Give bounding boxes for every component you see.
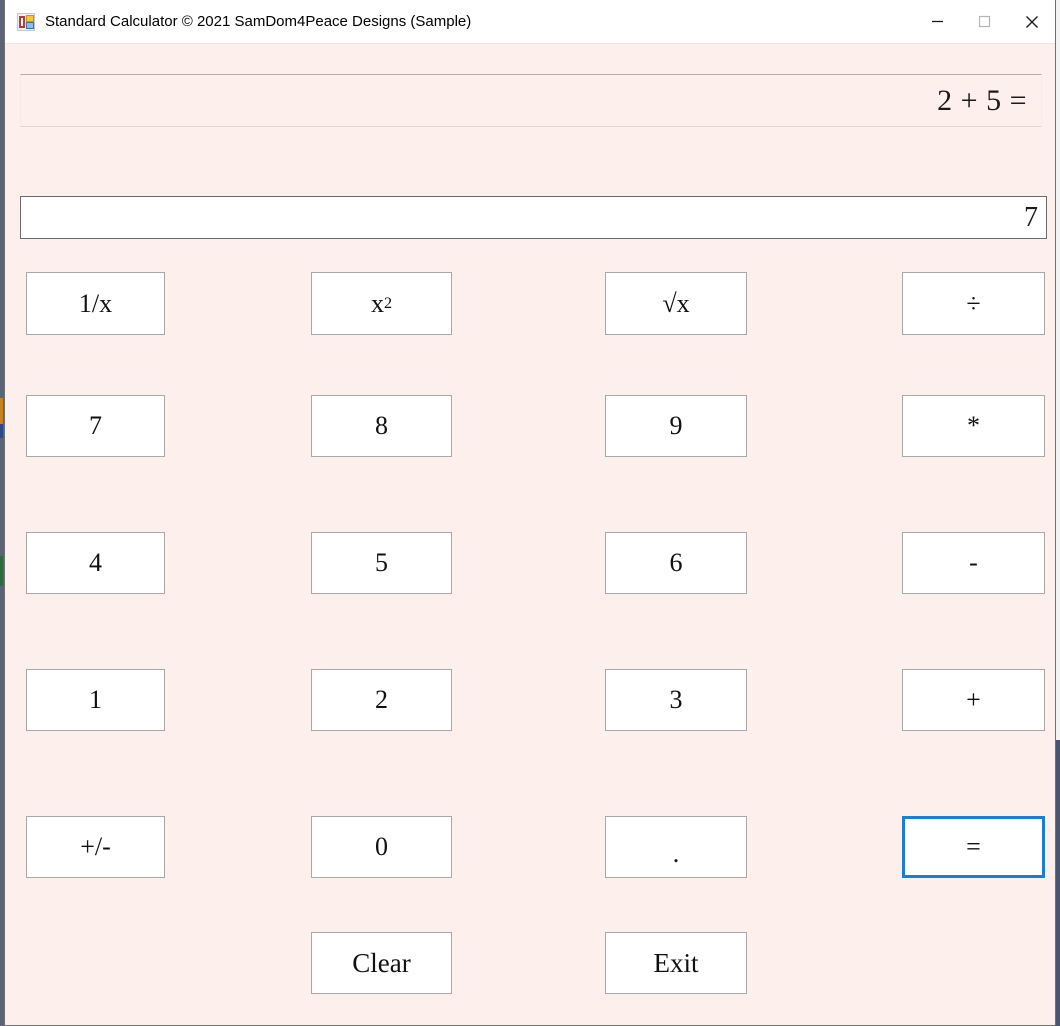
icon-square-red [19, 15, 25, 28]
button-multiply[interactable]: * [902, 395, 1045, 457]
backdrop-accent-orange [0, 398, 3, 424]
icon-square-yellow [26, 14, 34, 22]
window-controls [914, 0, 1055, 43]
close-button[interactable] [1008, 0, 1055, 43]
backdrop-accent-blue [0, 424, 3, 438]
expression-text: 2 + 5 = [937, 83, 1027, 117]
button-digit-9[interactable]: 9 [605, 395, 747, 457]
button-exit[interactable]: Exit [605, 932, 747, 994]
button-digit-1[interactable]: 1 [26, 669, 165, 731]
button-digit-8[interactable]: 8 [311, 395, 452, 457]
calculator-window: Standard Calculator © 2021 SamDom4Peace … [4, 0, 1056, 1026]
button-digit-5[interactable]: 5 [311, 532, 452, 594]
title-bar[interactable]: Standard Calculator © 2021 SamDom4Peace … [5, 0, 1055, 44]
expression-display[interactable]: 2 + 5 = [20, 74, 1042, 127]
button-square[interactable]: x2 [311, 272, 452, 335]
minimize-icon [932, 20, 943, 23]
close-icon [1025, 15, 1038, 28]
button-equals[interactable]: = [902, 816, 1045, 878]
button-divide[interactable]: ÷ [902, 272, 1045, 335]
button-reciprocal[interactable]: 1/x [26, 272, 165, 335]
maximize-icon [978, 15, 991, 28]
button-clear[interactable]: Clear [311, 932, 452, 994]
window-title: Standard Calculator © 2021 SamDom4Peace … [45, 13, 472, 30]
button-subtract[interactable]: - [902, 532, 1045, 594]
backdrop-accent-green [0, 556, 3, 586]
minimize-button[interactable] [914, 0, 961, 43]
icon-square-blue [26, 21, 34, 29]
form-client-area: 2 + 5 = 7 1/x x 2 √x ÷ 7 8 9 * 4 5 6 - 1 2 3 + +/- 0. = Clea… [5, 44, 1055, 1026]
button-digit-6[interactable]: 6 [605, 532, 747, 594]
button-add[interactable]: + [902, 669, 1045, 731]
winforms-app-icon [17, 12, 35, 31]
button-digit-7[interactable]: 7 [26, 395, 165, 457]
button-square-root[interactable]: √x [605, 272, 747, 335]
button-digit-3[interactable]: 3 [605, 669, 747, 731]
result-display[interactable]: 7 [20, 196, 1047, 239]
button-digit-2[interactable]: 2 [311, 669, 452, 731]
result-text: 7 [1024, 201, 1038, 233]
button-digit-4[interactable]: 4 [26, 532, 165, 594]
maximize-button[interactable] [961, 0, 1008, 43]
button-sign-toggle[interactable]: +/- [26, 816, 165, 878]
button-digit-0[interactable]: 0 [311, 816, 452, 878]
button-decimal-point[interactable]: . [605, 816, 747, 878]
